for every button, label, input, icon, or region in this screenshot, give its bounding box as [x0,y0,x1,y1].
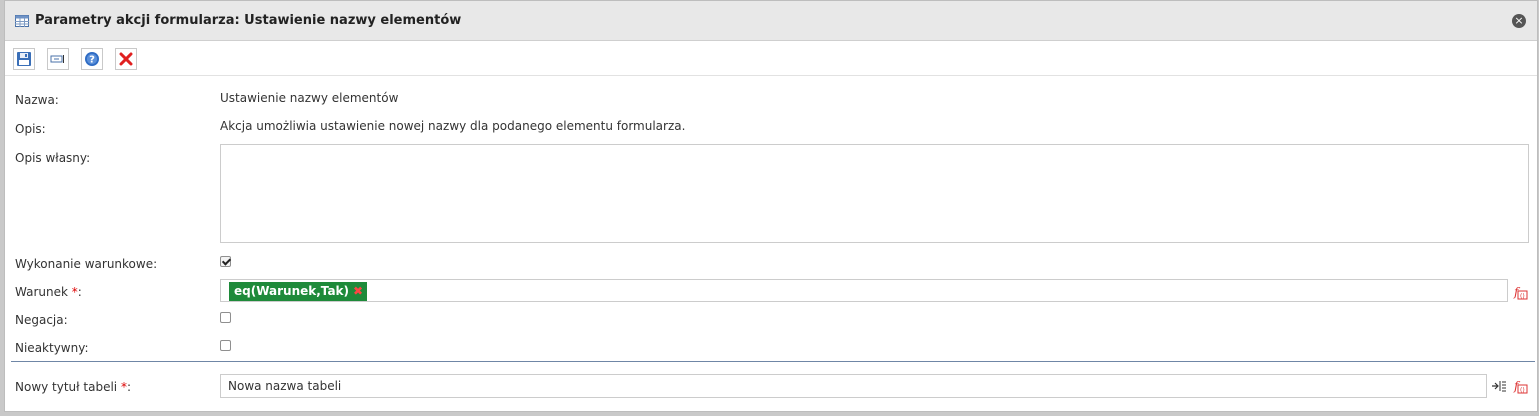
inactive-label: Nieaktywny: [15,341,89,355]
condition-label-text: Warunek [15,285,68,299]
condition-tag-text: eq(Warunek,Tak) [234,284,350,298]
conditional-label: Wykonanie warunkowe: [15,257,158,271]
dialog-titlebar: Parametry akcji formularza: Ustawienie n… [5,1,1537,41]
close-button[interactable]: × [1512,14,1526,28]
toolbar: ? [5,41,1537,76]
condition-field[interactable]: eq(Warunek,Tak) ✖ [220,279,1508,302]
table-title-label: Nowy tytuł tabeli *: [15,380,131,394]
negation-label: Negacja: [15,313,68,327]
table-title-label-text: Nowy tytuł tabeli [15,380,118,394]
negation-checkbox[interactable] [220,312,231,323]
condition-label: Warunek *: [15,285,82,299]
dialog-title: Parametry akcji formularza: Ustawienie n… [35,13,462,28]
conditional-checkbox[interactable] [220,256,231,267]
name-value: Ustawienie nazwy elementów [220,91,399,105]
table-title-label-colon: : [126,380,131,394]
close-icon: × [1514,14,1524,27]
svg-text:?: ? [89,55,95,66]
condition-tag[interactable]: eq(Warunek,Tak) ✖ [229,282,368,301]
help-button[interactable]: ? [81,48,103,70]
remove-tag-icon[interactable]: ✖ [353,284,363,298]
expression-editor-icon[interactable]: f () [1512,378,1528,394]
table-title-input[interactable]: Nowa nazwa tabeli [220,374,1487,398]
inactive-checkbox[interactable] [220,340,231,351]
description-label: Opis: [15,122,46,136]
own-description-label: Opis własny: [15,151,91,165]
insert-field-icon[interactable] [1491,378,1507,394]
dialog-window: Parametry akcji formularza: Ustawienie n… [4,0,1538,412]
svg-text:(): () [1520,293,1525,300]
save-button[interactable] [13,48,35,70]
delete-icon [119,52,133,66]
svg-text:(): () [1520,387,1525,394]
condition-label-colon: : [77,285,82,299]
field-button[interactable] [47,48,69,70]
expression-editor-icon[interactable]: f () [1512,284,1528,300]
name-label: Nazwa: [15,93,59,107]
table-icon [15,15,29,27]
help-icon: ? [85,52,99,66]
field-icon [50,55,64,63]
own-description-textarea[interactable] [220,144,1529,243]
delete-button[interactable] [115,48,137,70]
save-icon [17,52,31,66]
section-divider [11,361,1535,362]
description-value: Akcja umożliwia ustawienie nowej nazwy d… [220,119,686,133]
